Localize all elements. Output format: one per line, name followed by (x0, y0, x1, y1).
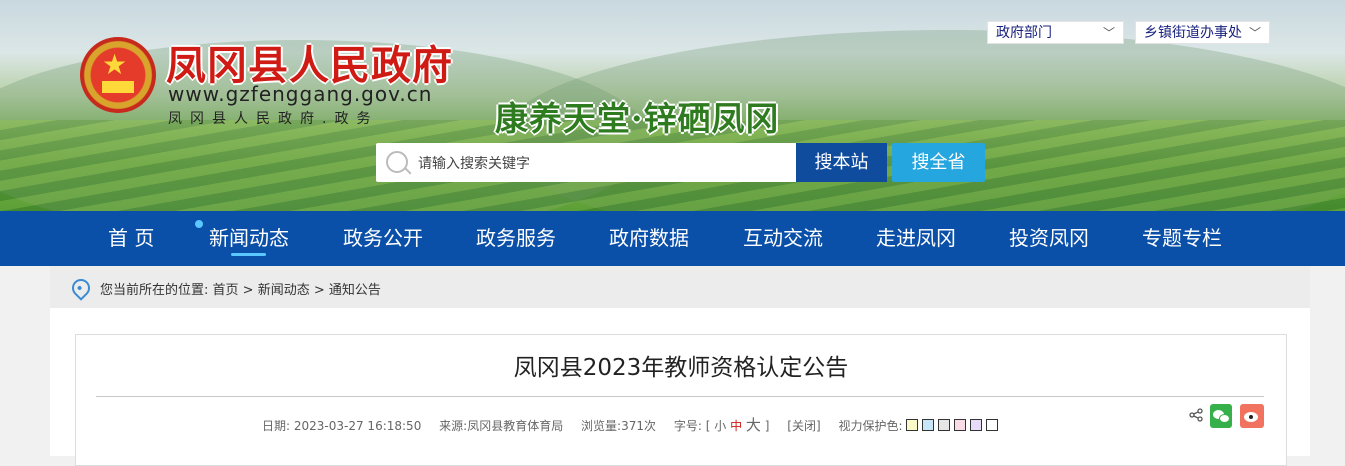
search-icon (386, 151, 408, 173)
breadcrumb-item-news[interactable]: 新闻动态 (258, 283, 310, 298)
nav-item-gov-data[interactable]: 政府数据 (609, 211, 689, 266)
share-icon[interactable] (1189, 408, 1203, 422)
active-underline (231, 253, 266, 256)
views-label: 浏览量: (581, 419, 622, 433)
breadcrumb-prefix: 您当前所在的位置: (100, 283, 213, 298)
breadcrumb-item-notice[interactable]: 通知公告 (329, 283, 381, 298)
font-small-button[interactable]: 小 (714, 419, 726, 433)
article-source: 凤冈县教育体育局 (467, 419, 564, 433)
search-site-button[interactable]: 搜本站 (796, 143, 887, 182)
source-label: 来源: (439, 419, 468, 433)
search-input[interactable] (416, 143, 790, 184)
nav-item-news[interactable]: 新闻动态 (209, 211, 289, 266)
nav-item-home[interactable]: 首 页 (108, 211, 154, 266)
breadcrumb: 您当前所在的位置: 首页 > 新闻动态 > 通知公告 (100, 279, 381, 298)
font-medium-button[interactable]: 中 (730, 419, 742, 433)
eye-color-swatch[interactable] (970, 419, 983, 431)
close-button[interactable]: [关闭] (787, 419, 820, 433)
eye-care-label: 视力保护色: (838, 419, 903, 433)
breadcrumb-separator: > (309, 283, 329, 298)
article-meta: 日期: 2023-03-27 16:18:50 来源:凤冈县教育体育局 浏览量:… (262, 414, 1002, 435)
active-dot (195, 220, 203, 228)
article-views: 371次 (621, 419, 656, 433)
main-nav: 首 页 新闻动态 政务公开 政务服务 政府数据 互动交流 走进凤冈 投资凤冈 专… (0, 211, 1345, 266)
eye-color-swatch[interactable] (922, 419, 935, 431)
font-bracket-close: ] (764, 419, 770, 433)
gate-icon (102, 81, 134, 93)
wechat-share-icon[interactable] (1210, 404, 1232, 428)
nav-item-about[interactable]: 走进凤冈 (876, 211, 956, 266)
breadcrumb-item-home[interactable]: 首页 (213, 283, 239, 298)
search-box (376, 143, 796, 184)
eye-color-swatch[interactable] (938, 419, 951, 431)
article-title: 凤冈县2023年教师资格认定公告 (513, 355, 849, 381)
town-select-value: 乡镇街道办事处 (1144, 25, 1242, 41)
font-size-label: 字号: (673, 419, 702, 433)
date-label: 日期: (262, 419, 291, 433)
chevron-down-icon: ﹀ (1102, 26, 1115, 40)
dept-select-value: 政府部门 (996, 25, 1052, 41)
star-icon: ★ (102, 48, 128, 81)
national-emblem-icon[interactable]: ★ (80, 37, 156, 113)
font-bracket-open: [ (705, 419, 711, 433)
article-date: 2023-03-27 16:18:50 (293, 419, 422, 433)
breadcrumb-separator: > (238, 283, 258, 298)
nav-item-topics[interactable]: 专题专栏 (1142, 211, 1222, 266)
nav-item-gov-open[interactable]: 政务公开 (343, 211, 423, 266)
dept-select[interactable]: 政府部门 ﹀ (987, 21, 1124, 44)
slogan: 康养天堂·锌硒凤冈 (495, 99, 780, 138)
eye-color-swatch[interactable] (954, 419, 967, 431)
title-divider (96, 396, 1264, 397)
nav-item-gov-service[interactable]: 政务服务 (476, 211, 556, 266)
search-province-button[interactable]: 搜全省 (892, 143, 985, 182)
weibo-share-icon[interactable] (1240, 404, 1264, 428)
site-url: www.gzfenggang.gov.cn (168, 82, 433, 106)
site-subtitle: 凤冈县人民政府.政务 (168, 111, 379, 127)
eye-color-swatch[interactable] (986, 419, 999, 431)
font-large-button[interactable]: 大 (746, 416, 761, 434)
nav-item-invest[interactable]: 投资凤冈 (1009, 211, 1089, 266)
chevron-down-icon: ﹀ (1248, 26, 1261, 40)
eye-color-swatch[interactable] (906, 419, 919, 431)
town-select[interactable]: 乡镇街道办事处 ﹀ (1135, 21, 1270, 44)
nav-item-interaction[interactable]: 互动交流 (743, 211, 823, 266)
